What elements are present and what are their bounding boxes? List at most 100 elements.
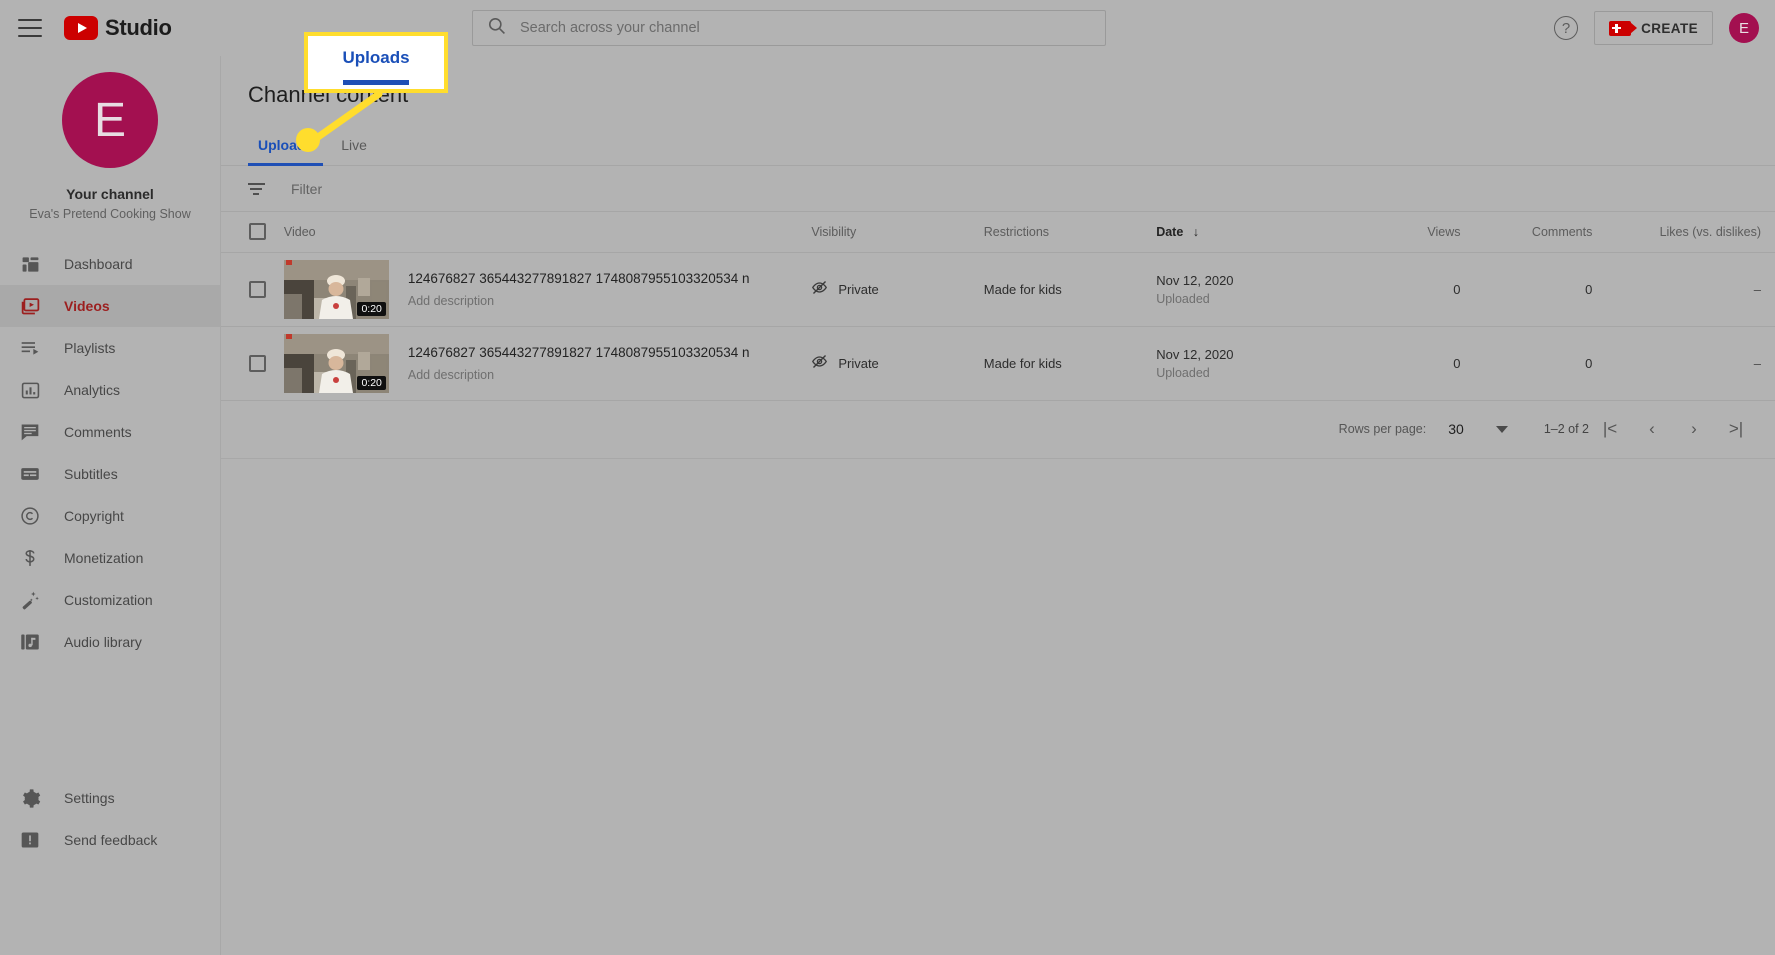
gear-icon (18, 786, 42, 810)
sidebar-item-customization[interactable]: Customization (0, 579, 220, 621)
row-select-cell (221, 252, 284, 326)
sidebar: E Your channel Eva's Pretend Cooking Sho… (0, 56, 221, 955)
sidebar-item-label: Settings (64, 790, 115, 806)
sidebar-item-label: Dashboard (64, 256, 133, 272)
content-tabs: Uploads Live (221, 124, 1775, 166)
date-cell: Nov 12, 2020 Uploaded (1156, 252, 1349, 326)
create-button-label: CREATE (1641, 20, 1698, 36)
account-avatar[interactable]: E (1729, 13, 1759, 43)
sidebar-item-settings[interactable]: Settings (0, 777, 220, 819)
column-header-date[interactable]: Date ↓ (1156, 212, 1349, 252)
callout-box: Uploads (304, 32, 448, 93)
visibility-value: Private (838, 355, 879, 371)
first-page-button[interactable]: |< (1589, 419, 1631, 439)
sidebar-item-videos[interactable]: Videos (0, 285, 220, 327)
column-header-views[interactable]: Views (1349, 212, 1460, 252)
select-all-cell (221, 212, 284, 252)
table-header-row: Video Visibility Restrictions Date ↓ Vie… (221, 212, 1775, 252)
private-eye-off-icon (811, 279, 828, 299)
last-page-button[interactable]: >| (1715, 419, 1757, 439)
sort-descending-icon: ↓ (1192, 224, 1200, 239)
sidebar-item-analytics[interactable]: Analytics (0, 369, 220, 411)
youtube-play-icon (64, 16, 98, 40)
private-eye-off-icon (811, 353, 828, 373)
video-cell: 0:20 124676827 365443277891827 174808795… (283, 252, 811, 326)
comments-value: 0 (1585, 281, 1593, 297)
sidebar-item-label: Analytics (64, 382, 121, 398)
sidebar-item-label: Customization (64, 592, 153, 608)
sidebar-item-label: Playlists (64, 340, 116, 356)
column-header-date-label: Date (1156, 224, 1184, 239)
next-page-button[interactable]: › (1673, 419, 1715, 439)
copyright-icon (18, 504, 42, 528)
sidebar-item-label: Comments (64, 424, 132, 440)
select-all-checkbox[interactable] (249, 223, 266, 241)
feedback-icon (18, 828, 42, 852)
video-title[interactable]: 124676827 365443277891827 17480879551033… (408, 344, 750, 362)
video-title[interactable]: 124676827 365443277891827 17480879551033… (408, 270, 750, 288)
sidebar-item-send-feedback[interactable]: Send feedback (0, 819, 220, 861)
filter-icon[interactable] (248, 182, 265, 195)
sidebar-item-label: Copyright (64, 508, 124, 524)
visibility-cell[interactable]: Private (811, 326, 983, 400)
chevron-down-icon[interactable] (1495, 425, 1508, 433)
callout-label: Uploads (342, 48, 410, 67)
sidebar-bottom-nav: Settings Send feedback (0, 777, 220, 861)
callout-underline (343, 80, 409, 85)
visibility-value: Private (838, 281, 879, 297)
date-value: Nov 12, 2020 (1156, 272, 1234, 288)
sidebar-item-dashboard[interactable]: Dashboard (0, 243, 220, 285)
row-select-cell (221, 326, 284, 400)
channel-name: Eva's Pretend Cooking Show (29, 207, 191, 221)
filter-bar: Filter (221, 166, 1775, 212)
table-row[interactable]: 0:20 124676827 365443277891827 174808795… (221, 326, 1775, 400)
video-description[interactable]: Add description (408, 368, 750, 382)
page-title: Channel content (248, 82, 409, 107)
sidebar-item-copyright[interactable]: Copyright (0, 495, 220, 537)
music-note-icon (18, 630, 42, 654)
callout-anchor-dot (296, 128, 320, 152)
sidebar-item-playlists[interactable]: Playlists (0, 327, 220, 369)
date-value: Nov 12, 2020 (1156, 346, 1234, 362)
column-header-comments[interactable]: Comments (1461, 212, 1592, 252)
comment-icon (18, 420, 42, 444)
sidebar-item-label: Audio library (64, 634, 142, 650)
visibility-cell[interactable]: Private (811, 252, 983, 326)
column-header-likes[interactable]: Likes (vs. dislikes) (1592, 212, 1775, 252)
top-bar-actions: ? CREATE E (1554, 0, 1759, 56)
column-header-restrictions[interactable]: Restrictions (984, 212, 1156, 252)
main-content: Channel content Uploads Live Filter Vide… (221, 56, 1775, 955)
previous-page-button[interactable]: ‹ (1631, 419, 1673, 439)
subtitles-icon (18, 462, 42, 486)
video-thumbnail[interactable]: 0:20 (283, 259, 389, 319)
search-bar[interactable] (472, 10, 1106, 46)
video-thumbnail[interactable]: 0:20 (283, 333, 389, 393)
search-input[interactable] (520, 20, 1105, 36)
wand-icon (18, 588, 42, 612)
filter-placeholder[interactable]: Filter (291, 181, 322, 197)
table-row[interactable]: 0:20 124676827 365443277891827 174808795… (221, 252, 1775, 326)
column-header-video[interactable]: Video (284, 212, 811, 252)
video-camera-plus-icon (1609, 20, 1638, 36)
sidebar-item-monetization[interactable]: Monetization (0, 537, 220, 579)
sidebar-item-label: Send feedback (64, 832, 158, 848)
row-checkbox[interactable] (249, 280, 266, 298)
sidebar-nav: Dashboard Videos Playlists Analytics Com… (0, 243, 220, 663)
rows-per-page-value[interactable]: 30 (1448, 421, 1464, 437)
pagination-bar: Rows per page: 30 1–2 of 2 |< ‹ › >| (221, 401, 1775, 459)
help-icon[interactable]: ? (1554, 16, 1579, 40)
search-icon (487, 16, 506, 40)
sidebar-item-audio-library[interactable]: Audio library (0, 621, 220, 663)
column-header-visibility[interactable]: Visibility (811, 212, 983, 252)
sidebar-item-label: Monetization (64, 550, 144, 566)
sidebar-item-comments[interactable]: Comments (0, 411, 220, 453)
row-checkbox[interactable] (249, 354, 266, 372)
likes-value: – (1753, 281, 1761, 297)
hamburger-icon[interactable] (18, 19, 42, 37)
date-cell: Nov 12, 2020 Uploaded (1156, 326, 1349, 400)
channel-avatar[interactable]: E (62, 72, 158, 168)
video-description[interactable]: Add description (408, 294, 750, 308)
sidebar-item-subtitles[interactable]: Subtitles (0, 453, 220, 495)
studio-logo[interactable]: Studio (64, 15, 172, 41)
create-button[interactable]: CREATE (1594, 11, 1713, 45)
